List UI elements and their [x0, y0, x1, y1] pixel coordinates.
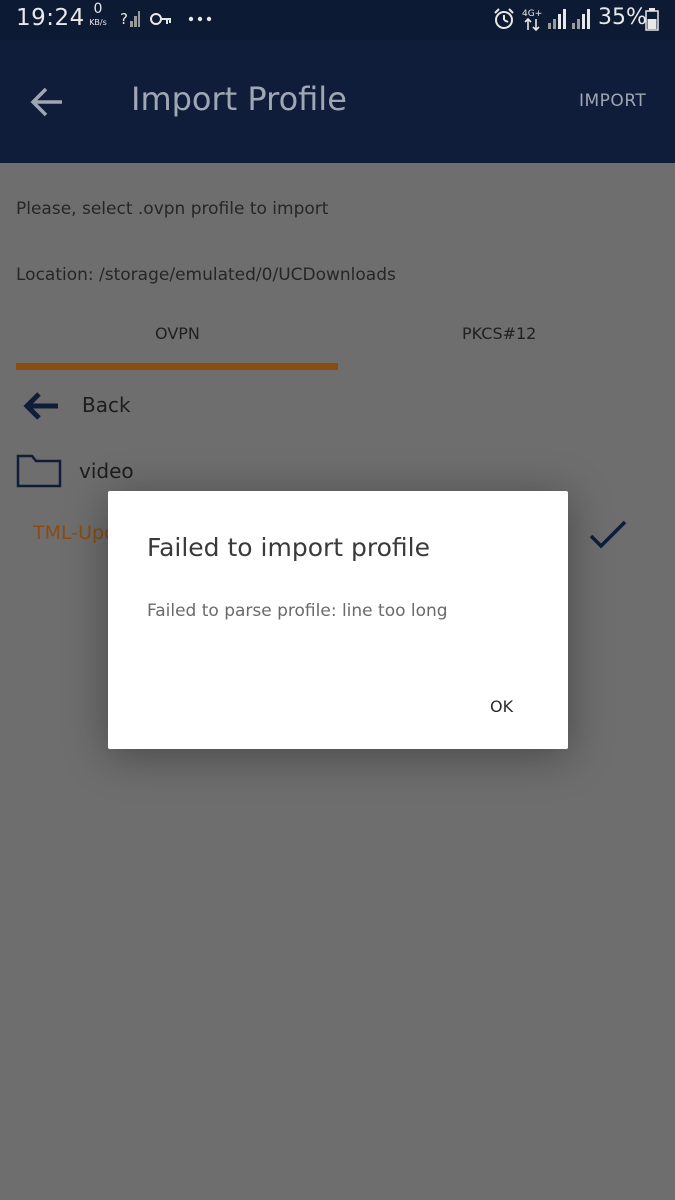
- dialog-title: Failed to import profile: [147, 533, 430, 562]
- more-dots-icon: [188, 16, 212, 22]
- back-arrow-icon[interactable]: [22, 390, 60, 422]
- svg-text:4G+: 4G+: [522, 9, 542, 19]
- folder-icon: [16, 454, 62, 488]
- import-button[interactable]: IMPORT: [579, 91, 646, 111]
- page-title: Import Profile: [131, 80, 347, 118]
- back-item-label[interactable]: Back: [82, 393, 131, 417]
- location-path: Location: /storage/emulated/0/UCDownload…: [16, 265, 396, 285]
- alarm-icon: [494, 8, 514, 29]
- status-time: 19:24: [16, 5, 85, 31]
- dialog-message: Failed to parse profile: line too long: [147, 601, 448, 621]
- status-bar: 19:24 0 KB/s ? 4G+ 35%: [0, 0, 675, 40]
- check-icon: [589, 520, 627, 549]
- ok-button[interactable]: OK: [490, 697, 513, 716]
- network-speed-unit: KB/s: [89, 18, 107, 27]
- tab-indicator: [16, 363, 338, 370]
- network-speed-value: 0: [93, 1, 103, 17]
- signal-icon: [548, 9, 566, 29]
- app-bar: Import Profile IMPORT: [0, 40, 675, 163]
- folder-item-label[interactable]: video: [79, 459, 134, 483]
- signal-icon: [572, 9, 590, 29]
- tab-pkcs12[interactable]: PKCS#12: [462, 324, 536, 343]
- 4g-data-icon: 4G+: [522, 9, 542, 32]
- instruction-text: Please, select .ovpn profile to import: [16, 199, 329, 219]
- svg-text:?: ?: [120, 10, 128, 28]
- battery-icon: [645, 8, 659, 31]
- file-item-label[interactable]: TML-Upc: [33, 522, 115, 544]
- network-speed: 0 KB/s: [86, 1, 110, 28]
- battery-percent: 35%: [598, 5, 647, 30]
- error-dialog: Failed to import profile Failed to parse…: [108, 491, 568, 749]
- vpn-key-icon: [150, 13, 171, 25]
- back-arrow-icon[interactable]: [28, 84, 68, 120]
- no-signal-icon: ?: [120, 10, 140, 28]
- tab-ovpn[interactable]: OVPN: [155, 324, 200, 343]
